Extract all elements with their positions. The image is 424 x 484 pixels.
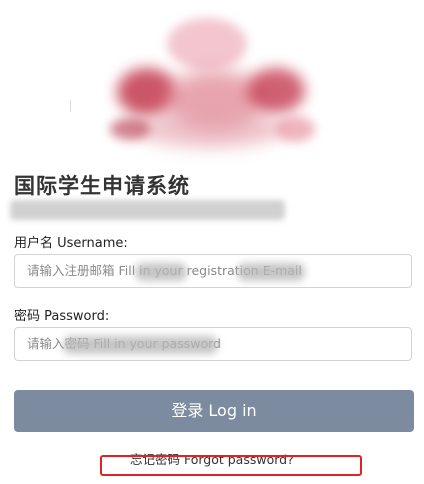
username-field[interactable]: 请输入注册邮箱 Fill in your registration E-mail	[14, 254, 412, 288]
redacted-subtitle	[10, 200, 285, 220]
password-field[interactable]: 请输入密码 Fill in your password	[14, 327, 412, 361]
username-label: 用户名 Username:	[14, 236, 128, 251]
page-title: 国际学生申请系统	[14, 174, 190, 198]
school-logo	[105, 18, 320, 153]
highlight-box	[100, 455, 362, 476]
password-label: 密码 Password:	[14, 309, 110, 324]
login-button[interactable]: 登录 Log in	[14, 390, 414, 432]
divider-mark	[70, 100, 71, 112]
